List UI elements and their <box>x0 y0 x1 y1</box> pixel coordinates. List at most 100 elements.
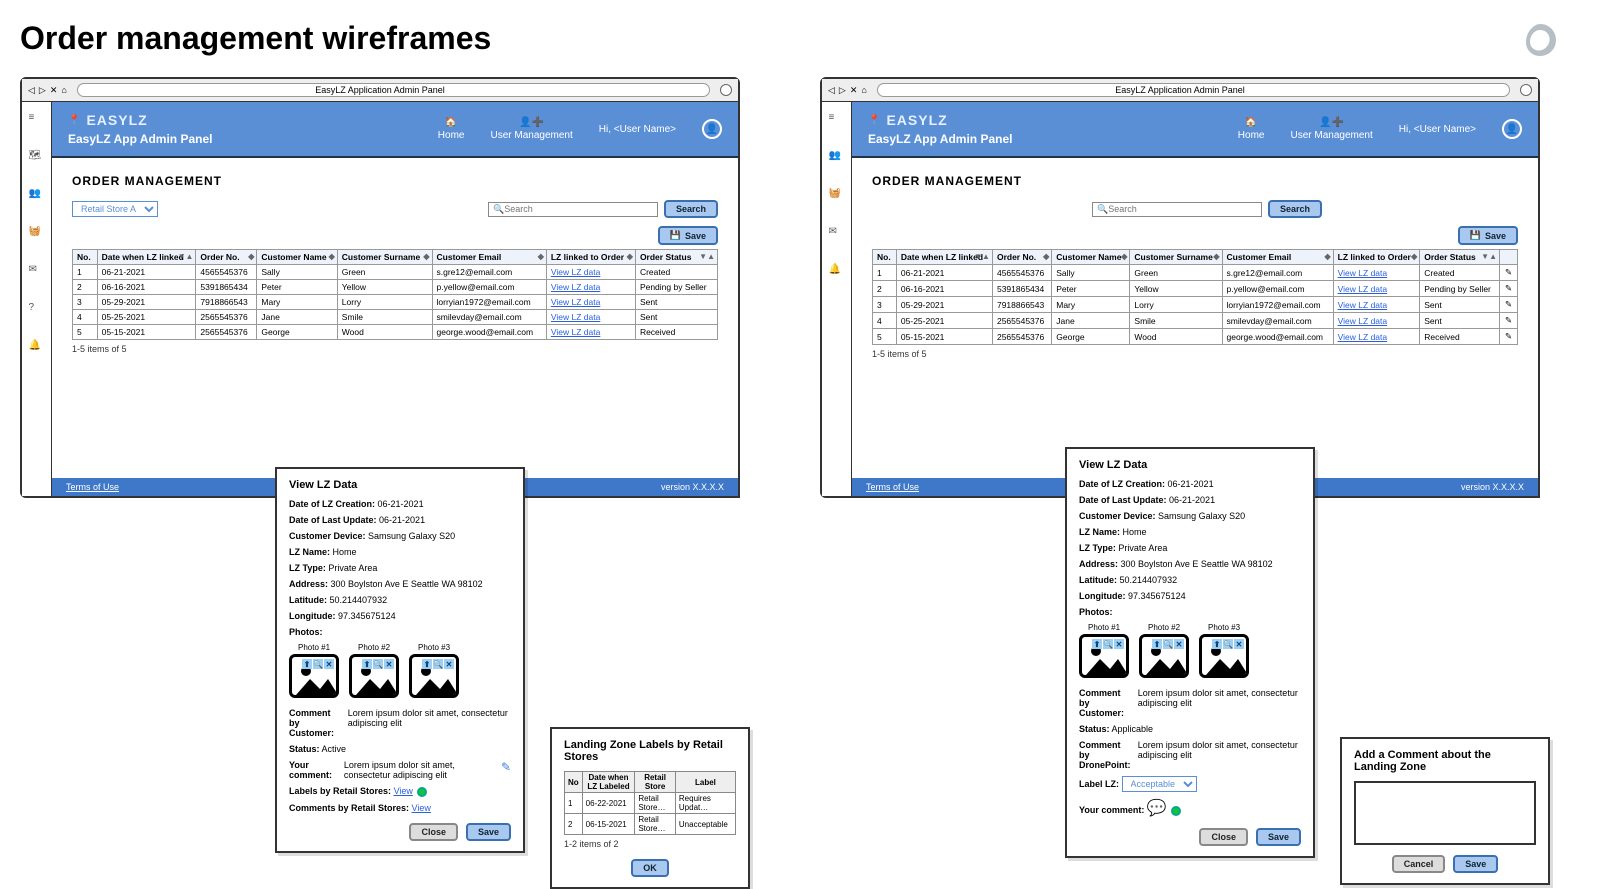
upload-icon[interactable]: ⬆ <box>1152 639 1162 649</box>
edit-pencil-icon[interactable]: ✎ <box>501 760 511 774</box>
help-icon[interactable]: ? <box>29 302 45 318</box>
col-csurname[interactable]: Customer Surname◆ <box>337 250 432 265</box>
bell-icon[interactable]: 🔔 <box>829 264 845 280</box>
col-no[interactable]: No. <box>73 250 98 265</box>
comment-textarea[interactable] <box>1354 781 1536 845</box>
basket-icon[interactable]: 🧺 <box>829 188 845 204</box>
menu-icon[interactable]: ≡ <box>829 112 845 128</box>
remove-icon[interactable]: ✕ <box>324 659 334 669</box>
sort-icon[interactable]: ◆ <box>627 252 633 261</box>
terms-link[interactable]: Terms of Use <box>866 482 919 492</box>
search-button[interactable]: Search <box>664 200 718 218</box>
edit-row-icon[interactable]: ✎ <box>1500 281 1518 297</box>
photo-item[interactable]: Photo #1⬆🔍✕ <box>289 643 339 698</box>
nav-close-icon[interactable]: ✕ <box>50 85 58 96</box>
edit-row-icon[interactable]: ✎ <box>1500 297 1518 313</box>
edit-row-icon[interactable]: ✎ <box>1500 329 1518 345</box>
col-cemail[interactable]: Customer Email◆ <box>1222 250 1333 265</box>
view-lz-link[interactable]: View LZ data <box>1338 300 1387 310</box>
store-select[interactable]: Retail Store A <box>72 201 158 217</box>
zoom-icon[interactable]: 🔍 <box>313 659 323 669</box>
users-icon[interactable]: 👥 <box>829 150 845 166</box>
save-button[interactable]: Save <box>1453 855 1498 873</box>
sort-icon[interactable]: ◆ <box>1213 252 1219 261</box>
nav-user-mgmt[interactable]: 👤➕User Management <box>490 117 572 141</box>
sort-icon[interactable]: ◆ <box>248 252 254 261</box>
save-button[interactable]: 💾Save <box>658 226 718 245</box>
remove-icon[interactable]: ✕ <box>384 659 394 669</box>
view-lz-link[interactable]: View LZ data <box>1338 284 1387 294</box>
nav-close-icon[interactable]: ✕ <box>850 85 858 96</box>
sort-filter-icon[interactable]: ▼▲ <box>1481 252 1497 261</box>
remove-icon[interactable]: ✕ <box>1174 639 1184 649</box>
search-input[interactable] <box>504 204 653 214</box>
zoom-icon[interactable]: 🔍 <box>1223 639 1233 649</box>
col-cemail[interactable]: Customer Email◆ <box>432 250 546 265</box>
col-status[interactable]: Order Status▼▲ <box>1420 250 1500 265</box>
zoom-icon[interactable]: 🔍 <box>1163 639 1173 649</box>
resize-handle-icon[interactable] <box>1528 486 1540 498</box>
resize-handle-icon[interactable] <box>728 486 740 498</box>
mail-icon[interactable]: ✉ <box>829 226 845 242</box>
search-button[interactable]: Search <box>1268 200 1322 218</box>
avatar-icon[interactable]: 👤 <box>1502 119 1522 139</box>
zoom-icon[interactable]: 🔍 <box>1103 639 1113 649</box>
terms-link[interactable]: Terms of Use <box>66 482 119 492</box>
col-date[interactable]: Date when LZ linked▼▲ <box>896 250 992 265</box>
sort-filter-icon[interactable]: ▼▲ <box>699 252 715 261</box>
nav-home[interactable]: 🏠Home <box>1238 117 1265 141</box>
close-button[interactable]: Close <box>409 823 458 841</box>
view-lz-link[interactable]: View LZ data <box>551 297 600 307</box>
col-cname[interactable]: Customer Name◆ <box>1052 250 1130 265</box>
col-cname[interactable]: Customer Name◆ <box>257 250 337 265</box>
sort-icon[interactable]: ◆ <box>1325 252 1331 261</box>
col-status[interactable]: Order Status▼▲ <box>635 250 717 265</box>
sort-icon[interactable]: ◆ <box>1121 252 1127 261</box>
view-lz-link[interactable]: View LZ data <box>551 312 600 322</box>
upload-icon[interactable]: ⬆ <box>422 659 432 669</box>
remove-icon[interactable]: ✕ <box>1114 639 1124 649</box>
sort-icon[interactable]: ◆ <box>329 252 335 261</box>
sort-icon[interactable]: ◆ <box>1043 252 1049 261</box>
upload-icon[interactable]: ⬆ <box>362 659 372 669</box>
basket-icon[interactable]: 🧺 <box>29 226 45 242</box>
nav-fwd-icon[interactable]: ▷ <box>39 85 46 96</box>
edit-row-icon[interactable]: ✎ <box>1500 265 1518 281</box>
col-lz[interactable]: LZ linked to Order◆ <box>1333 250 1420 265</box>
sort-filter-icon[interactable]: ▼▲ <box>178 252 194 261</box>
chat-bubble-icon[interactable]: 💬 <box>1147 800 1167 817</box>
photo-item[interactable]: Photo #2⬆🔍✕ <box>1139 623 1189 678</box>
col-lz[interactable]: LZ linked to Order◆ <box>546 250 635 265</box>
photo-item[interactable]: Photo #2⬆🔍✕ <box>349 643 399 698</box>
browser-button-icon[interactable] <box>720 84 732 96</box>
photo-item[interactable]: Photo #3⬆🔍✕ <box>409 643 459 698</box>
sort-icon[interactable]: ◆ <box>538 252 544 261</box>
search-input[interactable] <box>1108 204 1257 214</box>
view-lz-link[interactable]: View LZ data <box>1338 316 1387 326</box>
labels-view-link[interactable]: View <box>394 786 413 796</box>
col-order[interactable]: Order No.◆ <box>196 250 257 265</box>
mail-icon[interactable]: ✉ <box>29 264 45 280</box>
nav-back-icon[interactable]: ◁ <box>28 85 35 96</box>
photo-item[interactable]: Photo #3⬆🔍✕ <box>1199 623 1249 678</box>
remove-icon[interactable]: ✕ <box>444 659 454 669</box>
menu-icon[interactable]: ≡ <box>29 112 45 128</box>
close-button[interactable]: Close <box>1199 828 1248 846</box>
cancel-button[interactable]: Cancel <box>1392 855 1446 873</box>
nav-user-mgmt[interactable]: 👤➕User Management <box>1290 117 1372 141</box>
sort-filter-icon[interactable]: ▼▲ <box>974 252 990 261</box>
sort-icon[interactable]: ◆ <box>423 252 429 261</box>
upload-icon[interactable]: ⬆ <box>1092 639 1102 649</box>
upload-icon[interactable]: ⬆ <box>302 659 312 669</box>
col-no[interactable]: No. <box>873 250 897 265</box>
bell-icon[interactable]: 🔔 <box>29 340 45 356</box>
view-lz-link[interactable]: View LZ data <box>1338 268 1387 278</box>
save-button[interactable]: Save <box>466 823 511 841</box>
view-lz-link[interactable]: View LZ data <box>1338 332 1387 342</box>
map-icon[interactable]: 🗺 <box>29 150 45 166</box>
col-csurname[interactable]: Customer Surname◆ <box>1130 250 1222 265</box>
photo-item[interactable]: Photo #1⬆🔍✕ <box>1079 623 1129 678</box>
users-icon[interactable]: 👥 <box>29 188 45 204</box>
view-lz-link[interactable]: View LZ data <box>551 267 600 277</box>
edit-row-icon[interactable]: ✎ <box>1500 313 1518 329</box>
